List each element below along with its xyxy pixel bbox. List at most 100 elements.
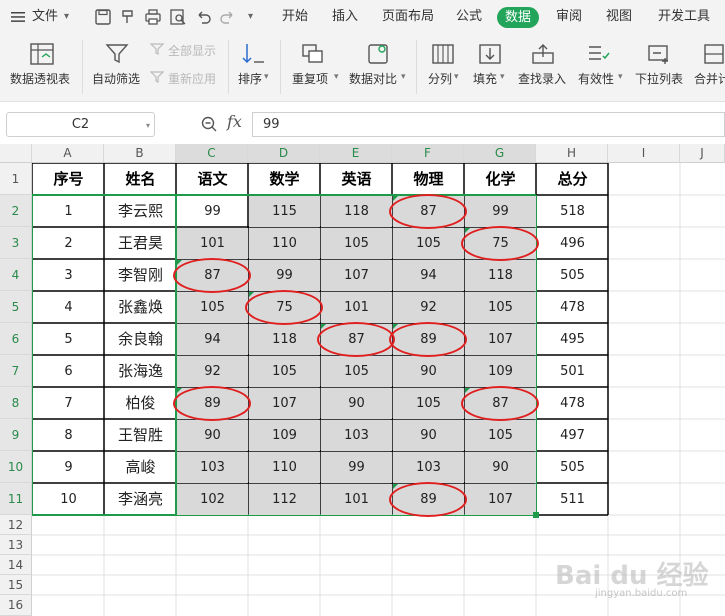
table-cell[interactable]: 7 <box>33 388 104 419</box>
fill-caret[interactable]: ▾ <box>500 72 505 82</box>
table-cell[interactable]: 87 <box>177 260 248 291</box>
consolidate-icon[interactable] <box>702 42 725 66</box>
table-cell[interactable]: 103 <box>321 420 392 451</box>
column-header-f[interactable]: F <box>392 144 464 163</box>
table-cell[interactable]: 505 <box>537 452 608 483</box>
column-header-a[interactable]: A <box>32 144 104 163</box>
table-cell[interactable]: 余良翰 <box>105 324 176 355</box>
row-header-14[interactable]: 14 <box>0 555 32 575</box>
file-menu[interactable]: 文件 <box>32 0 58 34</box>
header-cell[interactable]: 物理 <box>393 164 464 195</box>
table-cell[interactable]: 87 <box>321 324 392 355</box>
row-header-3[interactable]: 3 <box>0 227 32 259</box>
table-cell[interactable]: 高峻 <box>105 452 176 483</box>
table-cell[interactable]: 92 <box>177 356 248 387</box>
split-column-button[interactable]: 分列 <box>428 70 452 87</box>
table-cell[interactable]: 75 <box>465 228 536 259</box>
column-header-e[interactable]: E <box>320 144 392 163</box>
table-cell[interactable]: 87 <box>393 196 464 227</box>
table-cell[interactable]: 李智刚 <box>105 260 176 291</box>
header-cell[interactable]: 序号 <box>33 164 104 195</box>
table-cell[interactable]: 99 <box>465 196 536 227</box>
tab-page-layout[interactable]: 页面布局 <box>382 0 434 34</box>
table-cell[interactable]: 6 <box>33 356 104 387</box>
table-cell[interactable]: 90 <box>177 420 248 451</box>
table-cell[interactable]: 518 <box>537 196 608 227</box>
auto-filter-button[interactable]: 自动筛选 <box>92 70 140 87</box>
row-header-1[interactable]: 1 <box>0 163 32 195</box>
row-header-8[interactable]: 8 <box>0 387 32 419</box>
table-cell[interactable]: 89 <box>393 324 464 355</box>
column-header-j[interactable]: J <box>680 144 725 163</box>
sort-icon[interactable] <box>240 42 266 66</box>
table-cell[interactable]: 115 <box>249 196 320 227</box>
table-cell[interactable]: 497 <box>537 420 608 451</box>
table-cell[interactable]: 495 <box>537 324 608 355</box>
zoom-icon[interactable] <box>200 115 218 133</box>
lookup-entry-button[interactable]: 查找录入 <box>518 70 566 87</box>
compare-icon[interactable] <box>366 42 392 66</box>
column-header-h[interactable]: H <box>536 144 608 163</box>
table-cell[interactable]: 99 <box>177 196 248 227</box>
table-cell[interactable]: 101 <box>321 484 392 515</box>
table-cell[interactable]: 110 <box>249 452 320 483</box>
table-cell[interactable]: 张鑫焕 <box>105 292 176 323</box>
header-cell[interactable]: 语文 <box>177 164 248 195</box>
reapply-button[interactable]: 重新应用 <box>168 70 216 87</box>
row-header-13[interactable]: 13 <box>0 535 32 555</box>
table-cell[interactable]: 3 <box>33 260 104 291</box>
fx-icon[interactable]: fx <box>227 112 242 131</box>
table-cell[interactable]: 105 <box>393 388 464 419</box>
table-cell[interactable]: 5 <box>33 324 104 355</box>
table-cell[interactable]: 89 <box>393 484 464 515</box>
column-header-g[interactable]: G <box>464 144 536 163</box>
table-cell[interactable]: 105 <box>465 292 536 323</box>
table-cell[interactable]: 94 <box>393 260 464 291</box>
table-cell[interactable]: 4 <box>33 292 104 323</box>
table-cell[interactable]: 90 <box>393 356 464 387</box>
table-cell[interactable]: 李云熙 <box>105 196 176 227</box>
row-header-9[interactable]: 9 <box>0 419 32 451</box>
table-cell[interactable]: 89 <box>177 388 248 419</box>
row-header-2[interactable]: 2 <box>0 195 32 227</box>
table-cell[interactable]: 87 <box>465 388 536 419</box>
table-cell[interactable]: 94 <box>177 324 248 355</box>
dropdown-list-icon[interactable] <box>646 42 672 66</box>
table-cell[interactable]: 505 <box>537 260 608 291</box>
row-header-5[interactable]: 5 <box>0 291 32 323</box>
table-cell[interactable]: 101 <box>177 228 248 259</box>
table-cell[interactable]: 105 <box>321 228 392 259</box>
sort-button[interactable]: 排序 <box>238 70 262 87</box>
tab-review[interactable]: 审阅 <box>556 0 582 34</box>
column-header-b[interactable]: B <box>104 144 176 163</box>
menu-icon[interactable] <box>10 9 26 25</box>
file-menu-caret[interactable]: ▾ <box>64 0 69 34</box>
table-cell[interactable]: 王君昊 <box>105 228 176 259</box>
duplicates-icon[interactable] <box>300 42 326 66</box>
table-cell[interactable]: 109 <box>465 356 536 387</box>
table-cell[interactable]: 501 <box>537 356 608 387</box>
table-cell[interactable]: 103 <box>393 452 464 483</box>
redo-icon[interactable] <box>219 8 237 26</box>
table-cell[interactable]: 90 <box>393 420 464 451</box>
table-cell[interactable]: 118 <box>249 324 320 355</box>
table-cell[interactable]: 9 <box>33 452 104 483</box>
column-header-i[interactable]: I <box>608 144 680 163</box>
fill-icon[interactable] <box>477 42 503 66</box>
table-cell[interactable]: 118 <box>465 260 536 291</box>
sort-caret[interactable]: ▾ <box>264 72 269 82</box>
table-cell[interactable]: 101 <box>321 292 392 323</box>
table-cell[interactable]: 110 <box>249 228 320 259</box>
split-column-caret[interactable]: ▾ <box>454 72 459 82</box>
compare-button[interactable]: 数据对比 <box>349 70 397 87</box>
format-painter-icon[interactable] <box>119 8 137 26</box>
row-header-4[interactable]: 4 <box>0 259 32 291</box>
tab-developer[interactable]: 开发工具 <box>658 0 710 34</box>
row-header-10[interactable]: 10 <box>0 451 32 483</box>
show-all-button[interactable]: 全部显示 <box>168 42 216 59</box>
table-cell[interactable]: 99 <box>249 260 320 291</box>
table-cell[interactable]: 511 <box>537 484 608 515</box>
table-cell[interactable]: 107 <box>465 324 536 355</box>
row-header-12[interactable]: 12 <box>0 515 32 535</box>
table-cell[interactable]: 1 <box>33 196 104 227</box>
